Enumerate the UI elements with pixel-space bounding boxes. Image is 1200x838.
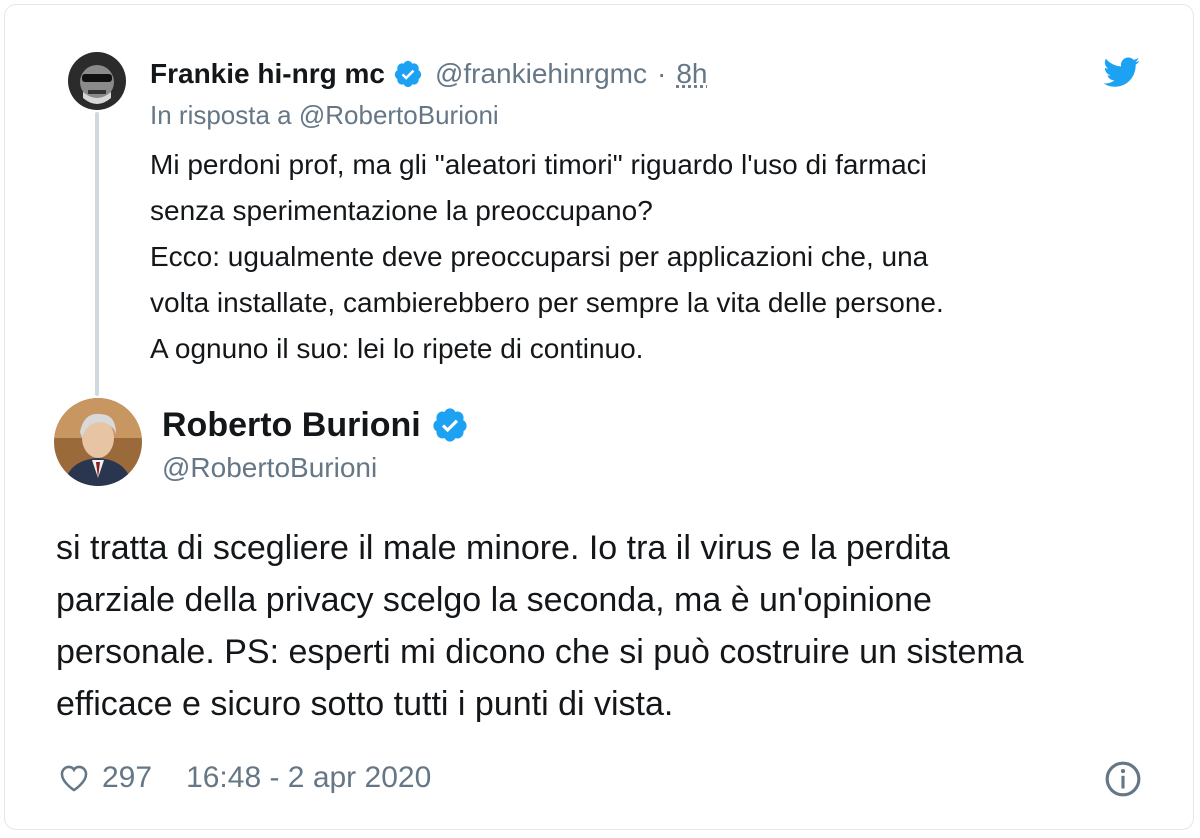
reply-to-label[interactable]: In risposta a @RobertoBurioni	[150, 100, 499, 131]
main-text-line: efficace e sicuro sotto tutti i punti di…	[56, 685, 674, 723]
frankie-avatar[interactable]	[68, 52, 126, 110]
main-author-name[interactable]: Roberto Burioni	[162, 406, 421, 445]
parent-author-name[interactable]: Frankie hi-nrg mc	[150, 58, 385, 90]
main-tweet-author-row: Roberto Burioni	[162, 400, 469, 450]
parent-author-handle[interactable]: @frankiehinrgmc	[435, 58, 647, 90]
roberto-avatar[interactable]	[54, 398, 142, 486]
twitter-bird-icon[interactable]	[1102, 54, 1142, 90]
parent-text-line: volta installate, cambierebbero per semp…	[150, 287, 944, 318]
main-text-line: parziale della privacy scelgo la seconda…	[56, 581, 932, 619]
verified-badge-icon	[431, 406, 469, 444]
parent-tweet-time[interactable]: 8h	[676, 58, 707, 90]
parent-tweet-header: Frankie hi-nrg mc @frankiehinrgmc · 8h	[150, 54, 707, 94]
main-tweet-text: si tratta di scegliere il male minore. I…	[56, 522, 1156, 730]
parent-text-line: Mi perdoni prof, ma gli "aleatori timori…	[150, 149, 927, 180]
thread-connector-line	[95, 112, 99, 396]
parent-tweet-text: Mi perdoni prof, ma gli "aleatori timori…	[150, 142, 1150, 372]
main-author-handle[interactable]: @RobertoBurioni	[162, 452, 377, 484]
parent-text-line: senza sperimentazione la preoccupano?	[150, 195, 653, 226]
parent-text-line: Ecco: ugualmente deve preoccuparsi per a…	[150, 241, 929, 272]
parent-text-line: A ognuno il suo: lei lo ripete di contin…	[150, 333, 644, 364]
main-text-line: personale. PS: esperti mi dicono che si …	[56, 633, 1024, 671]
like-count[interactable]: 297	[102, 761, 152, 795]
heart-icon[interactable]	[56, 761, 92, 795]
header-separator: ·	[657, 58, 667, 89]
main-text-line: si tratta di scegliere il male minore. I…	[56, 529, 950, 567]
tweet-footer: 297 16:48 - 2 apr 2020	[56, 756, 431, 800]
info-icon[interactable]	[1104, 760, 1142, 798]
verified-badge-icon	[393, 59, 423, 89]
tweet-timestamp[interactable]: 16:48 - 2 apr 2020	[186, 761, 431, 795]
